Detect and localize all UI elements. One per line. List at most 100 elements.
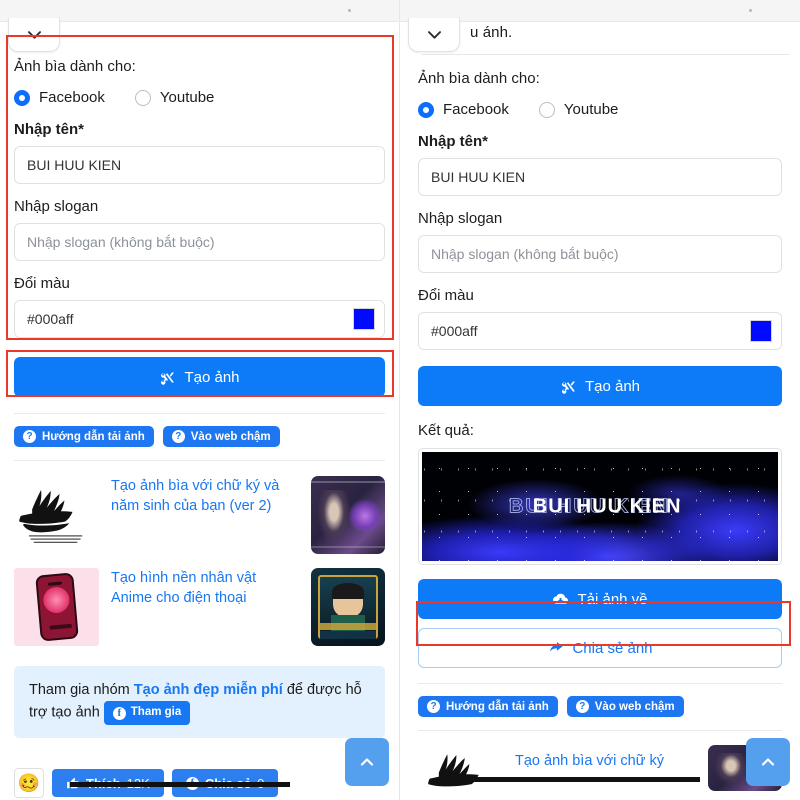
result-image-box[interactable]: BUI HUU KIEN BUI HUU KIEN [418,448,782,565]
help-pill-guide-right[interactable]: ? Hướng dẫn tải ảnh [418,696,558,717]
article-title[interactable]: Tạo ảnh bìa với chữ ký và năm sinh của b… [111,476,299,516]
redaction-bar [70,782,290,787]
share-image-label: Chia sẻ ảnh [572,639,653,657]
chevron-down-icon [427,31,441,39]
help-pill-guide-label: Hướng dẫn tải ảnh [42,430,145,443]
join-button[interactable]: f Tham gia [103,701,191,726]
radio-dot-youtube [134,89,151,106]
radio-label-youtube: Youtube [159,89,215,106]
question-circle-icon: ? [575,700,589,713]
right-panel: u ánh. Ảnh bìa dành cho: Facebook Youtub… [400,0,800,800]
help-pill-guide-left[interactable]: ? Hướng dẫn tải ảnh [14,426,154,447]
platform-radio-group: Facebook Youtube [14,89,385,106]
radio-label-youtube: Youtube [563,101,619,118]
article-thumbnail-phone [14,568,99,646]
color-input-value: #000aff [27,311,74,327]
help-pill-slow-left[interactable]: ? Vào web chậm [162,426,280,447]
article-thumbnail-signature [14,476,99,554]
join-prefix: Tham gia nhóm [29,682,134,698]
name-input[interactable]: BUI HUU KIEN [14,146,385,184]
download-image-label: Tải ảnh về [577,590,648,608]
divider-left-2 [14,460,385,461]
help-pill-guide-label: Hướng dẫn tải ảnh [446,700,549,713]
radio-dot-facebook [14,89,30,106]
article-preview-anime-1 [311,476,385,554]
article-list-right: Tạo ảnh bìa với chữ ký [418,745,782,791]
join-button-label: Tham gia [130,706,182,719]
chevron-up-icon [360,758,374,766]
cover-for-label: Ảnh bìa dành cho: [418,70,540,87]
slogan-label: Nhập slogan [14,198,99,215]
article-title[interactable]: Tạo ảnh bìa với chữ ký [515,751,696,771]
cover-text-solid: BUI HUU KIEN [532,495,682,517]
radio-youtube[interactable]: Youtube [134,89,215,106]
scroll-to-top-button-right[interactable] [746,738,790,786]
create-image-button[interactable]: Tạo ảnh [418,366,782,406]
name-label: Nhập tên* [418,133,489,150]
question-circle-icon: ? [23,430,36,443]
facebook-icon: f [112,707,126,720]
list-item[interactable]: Tạo hình nền nhân vật Anime cho điện tho… [14,568,385,646]
scroll-to-top-button-left[interactable] [345,738,389,786]
help-pill-slow-label: Vào web chậm [594,700,675,713]
divider-left-1 [14,413,385,414]
help-pill-slow-label: Vào web chậm [190,430,271,443]
browser-top-strip-right [400,0,800,22]
cover-form-right: Ảnh bìa dành cho: Facebook Youtube Nhập … [400,70,800,668]
article-title[interactable]: Tạo hình nền nhân vật Anime cho điện tho… [111,568,299,608]
article-list-left: Tạo ảnh bìa với chữ ký và năm sinh của b… [14,476,385,646]
slogan-input[interactable]: Nhập slogan (không bắt buộc) [14,223,385,261]
header-partial-text: u ánh. [470,24,513,41]
join-group-banner-left: Tham gia nhóm Tạo ảnh đẹp miễn phí để đư… [14,666,385,739]
collapse-toggle-right[interactable] [408,18,460,52]
radio-facebook[interactable]: Facebook [418,101,509,118]
article-preview-anime-2 [311,568,385,646]
help-pill-row-right: ? Hướng dẫn tải ảnh ? Vào web chậm [418,696,800,717]
color-input-value: #000aff [431,323,478,339]
color-label: Đổi màu [418,287,474,304]
color-input[interactable]: #000aff [418,312,782,350]
radio-dot-facebook [418,101,434,118]
generated-cover-image: BUI HUU KIEN BUI HUU KIEN [422,452,778,561]
create-image-button[interactable]: Tạo ảnh [14,357,385,397]
strip-dot [348,9,351,12]
platform-radio-group: Facebook Youtube [418,101,782,118]
create-image-label: Tạo ảnh [184,368,240,386]
header-divider-right [422,54,790,55]
list-item[interactable]: Tạo ảnh bìa với chữ ký [418,745,782,791]
divider-right-2 [418,730,782,731]
name-label: Nhập tên* [14,121,85,138]
help-pill-slow-right[interactable]: ? Vào web chậm [566,696,684,717]
scissors-icon [562,381,575,394]
share-image-button[interactable]: Chia sẻ ảnh [418,628,782,668]
collapse-row-right: u ánh. [400,18,800,55]
radio-label-facebook: Facebook [39,89,105,106]
slogan-input[interactable]: Nhập slogan (không bắt buộc) [418,235,782,273]
collapse-toggle-left[interactable] [8,18,60,52]
name-input[interactable]: BUI HUU KIEN [418,158,782,196]
color-swatch[interactable] [750,320,772,342]
question-circle-icon: ? [171,430,185,443]
collapse-row-left [0,18,399,54]
create-image-label: Tạo ảnh [584,377,641,395]
screenshot-root: Ảnh bìa dành cho: Facebook Youtube Nhập … [0,0,800,800]
result-label: Kết quả: [418,422,474,439]
download-image-button[interactable]: Tải ảnh về [418,579,782,619]
chevron-down-icon [27,31,41,39]
redaction-bar-right [455,777,700,782]
join-group-name[interactable]: Tạo ảnh đẹp miễn phí [134,682,283,698]
slogan-label: Nhập slogan [418,210,503,227]
radio-facebook[interactable]: Facebook [14,89,105,106]
signature-art-icon [428,754,479,787]
radio-label-facebook: Facebook [443,101,509,118]
divider-right-1 [418,683,782,684]
reaction-emoji[interactable]: 🥴 [14,768,44,798]
color-label: Đổi màu [14,275,70,292]
list-item[interactable]: Tạo ảnh bìa với chữ ký và năm sinh của b… [14,476,385,554]
color-input[interactable]: #000aff [14,300,385,338]
chevron-up-icon [761,758,775,766]
radio-youtube[interactable]: Youtube [538,101,619,118]
scissors-icon [161,372,175,385]
cover-form-left: Ảnh bìa dành cho: Facebook Youtube Nhập … [0,58,399,397]
color-swatch[interactable] [353,308,375,330]
